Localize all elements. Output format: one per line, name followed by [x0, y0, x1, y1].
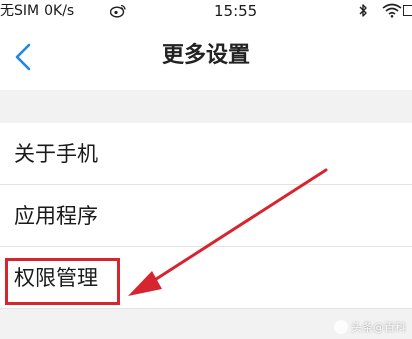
carrier-label: 无SIM — [0, 3, 40, 19]
battery-icon — [403, 5, 412, 16]
watermark-logo-icon — [334, 320, 348, 334]
network-speed: 0K/s — [44, 3, 75, 19]
highlight-box — [5, 258, 120, 305]
settings-item-apps[interactable]: 应用程序 — [0, 185, 412, 247]
settings-item-label: 应用程序 — [14, 204, 98, 228]
settings-item-about-phone[interactable]: 关于手机 — [0, 123, 412, 185]
page-title: 更多设置 — [161, 43, 250, 68]
status-left: 无SIM 0K/s — [0, 0, 74, 22]
bluetooth-icon — [358, 3, 368, 18]
weibo-icon — [109, 3, 126, 18]
nav-bar: 更多设置 — [0, 22, 412, 90]
settings-list: 关于手机 应用程序 权限管理 — [0, 123, 412, 309]
settings-item-label: 关于手机 — [14, 142, 98, 166]
status-time: 15:55 — [214, 2, 258, 20]
watermark-text: 头条@百科 — [351, 321, 406, 334]
wifi-icon — [382, 3, 402, 18]
watermark: 头条@百科 — [334, 319, 406, 335]
status-bar: 无SIM 0K/s 15:55 — [0, 0, 412, 22]
